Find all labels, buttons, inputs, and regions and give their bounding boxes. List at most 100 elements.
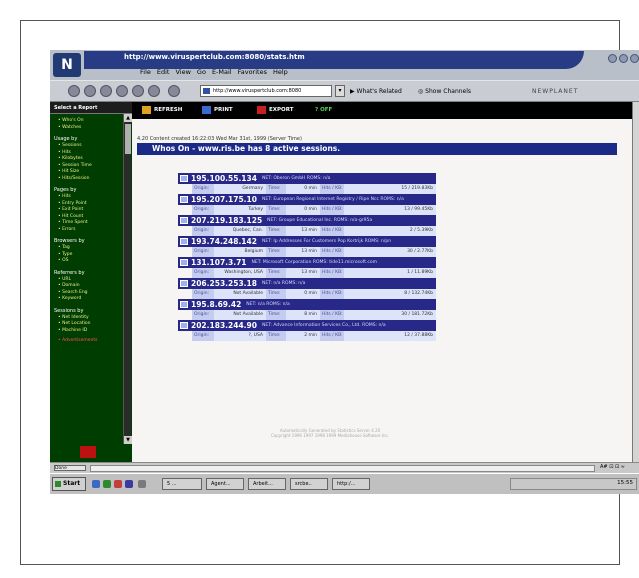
export-button[interactable]: EXPORT bbox=[269, 107, 293, 113]
maximize-icon[interactable] bbox=[619, 54, 628, 63]
menu-bar: File Edit View Go E-Mail Favorites Help bbox=[140, 68, 288, 76]
session-icon bbox=[180, 259, 188, 266]
session-net: NET: n/a ROMS: n/a bbox=[246, 302, 290, 307]
origin-value: Quebec, Can. bbox=[214, 226, 266, 236]
sidebar-scrollbar[interactable]: ▲ ▼ bbox=[123, 114, 132, 444]
time-value: 0 min bbox=[286, 205, 320, 215]
session-ip: 207.219.183.125 bbox=[191, 216, 263, 225]
session-details: Origin: Quebec, Can. Time: 13 min Hits / KB:… bbox=[178, 226, 436, 236]
page-icon bbox=[203, 88, 210, 94]
time-label: Time: bbox=[266, 184, 286, 194]
origin-label: Origin: bbox=[192, 184, 214, 194]
address-value: http://www.viruspertclub.com:8080 bbox=[213, 88, 302, 94]
sidebar-item-advertisements[interactable]: Advertisements bbox=[50, 338, 132, 345]
scroll-thumb[interactable] bbox=[125, 124, 131, 154]
hits-value: 30 / 2.77Kb bbox=[344, 247, 436, 257]
time-value: 13 min bbox=[286, 226, 320, 236]
scroll-up-icon[interactable]: ▲ bbox=[124, 114, 132, 122]
back-icon[interactable] bbox=[68, 85, 80, 97]
menu-favorites[interactable]: Favorites bbox=[238, 68, 267, 76]
sidebar-item-machine-id[interactable]: Machine ID bbox=[50, 328, 132, 335]
session-net: NET: n/a ROMS: n/a bbox=[261, 281, 306, 286]
session-net: NET: Groupe Educational Inc. ROMS: n/a-g… bbox=[267, 218, 373, 223]
session-ip: 193.74.248.142 bbox=[191, 237, 257, 246]
sidebar-section-usage: Usage by bbox=[54, 136, 78, 142]
show-channels-button[interactable]: ◎ Show Channels bbox=[418, 88, 471, 95]
session-net: NET: Oberon GmbH ROMS: n/a bbox=[261, 176, 331, 181]
origin-value: Not Available bbox=[214, 310, 266, 320]
print-button[interactable]: PRINT bbox=[214, 107, 233, 113]
session-net: NET: Advance Information Services Co., L… bbox=[261, 323, 386, 328]
menu-file[interactable]: File bbox=[140, 68, 151, 76]
task-button-5[interactable]: http:/... bbox=[332, 478, 370, 490]
time-value: 8 min bbox=[286, 310, 320, 320]
session-header[interactable]: 195.207.175.10 NET: European Regional Int… bbox=[178, 194, 436, 205]
session-details: Origin: Germany Time: 0 min Hits / KB: 15 / 2… bbox=[178, 184, 436, 194]
menu-help[interactable]: Help bbox=[273, 68, 288, 76]
session-net: NET: Ip Addresses For Customers Pop Kort… bbox=[261, 239, 392, 244]
print-icon[interactable] bbox=[148, 85, 160, 97]
session-header[interactable]: 206.253.253.18 NET: n/a ROMS: n/a bbox=[178, 278, 436, 289]
session-net: NET: European Regional Internet Registry… bbox=[261, 197, 404, 202]
time-label: Time: bbox=[266, 331, 286, 341]
time-value: 2 min bbox=[286, 331, 320, 341]
session-header[interactable]: 131.107.3.71 NET: Microsoft Corporation R… bbox=[178, 257, 436, 268]
task-button-3[interactable]: Arbeit... bbox=[248, 478, 286, 490]
menu-view[interactable]: View bbox=[175, 68, 190, 76]
explorer-icon[interactable] bbox=[138, 480, 146, 488]
hits-value: 2 / 5.39Kb bbox=[344, 226, 436, 236]
taskbar: Start 5 ... Agent... Arbeit... srcbe.. h… bbox=[50, 473, 639, 494]
refresh-button[interactable]: REFRESH bbox=[154, 107, 182, 113]
off-button[interactable]: ? OFF bbox=[315, 107, 332, 113]
scroll-down-icon[interactable]: ▼ bbox=[124, 436, 132, 444]
window-title: http://www.viruspertclub.com:8080/stats.… bbox=[124, 53, 305, 61]
origin-label: Origin: bbox=[192, 205, 214, 215]
menu-edit[interactable]: Edit bbox=[157, 68, 170, 76]
origin-value: Germany bbox=[214, 184, 266, 194]
channels-icon[interactable] bbox=[125, 480, 133, 488]
session-icon bbox=[180, 217, 188, 224]
menu-email[interactable]: E-Mail bbox=[212, 68, 232, 76]
desktop-icon[interactable] bbox=[92, 480, 100, 488]
whats-related-icon: ▶ bbox=[350, 88, 355, 95]
mail-icon[interactable] bbox=[114, 480, 122, 488]
search-icon[interactable] bbox=[132, 85, 144, 97]
hits-label: Hits / KB: bbox=[320, 226, 344, 236]
stop-icon[interactable] bbox=[168, 85, 180, 97]
task-button-4[interactable]: srcbe.. bbox=[290, 478, 328, 490]
session-header[interactable]: 202.183.244.90 NET: Advance Information S… bbox=[178, 320, 436, 331]
show-channels-label: Show Channels bbox=[425, 88, 472, 95]
session-icon bbox=[180, 238, 188, 245]
browser-icon[interactable] bbox=[103, 480, 111, 488]
session-ip: 202.183.244.90 bbox=[191, 321, 257, 330]
forward-icon[interactable] bbox=[84, 85, 96, 97]
minimize-icon[interactable] bbox=[608, 54, 617, 63]
browser-screenshot: N http://www.viruspertclub.com:8080/stat… bbox=[50, 50, 639, 494]
session-header[interactable]: 193.74.248.142 NET: Ip Addresses For Cust… bbox=[178, 236, 436, 247]
action-bar: REFRESH PRINT EXPORT ? OFF bbox=[132, 102, 632, 119]
netscape-logo-icon: N bbox=[53, 53, 81, 77]
session-net: NET: Microsoft Corporation ROMS: tide11.… bbox=[251, 260, 378, 265]
session-entry: 195.100.55.134 NET: Oberon GmbH ROMS: n/a… bbox=[178, 173, 436, 194]
session-header[interactable]: 195.8.69.42 NET: n/a ROMS: n/a bbox=[178, 299, 436, 310]
origin-value: Turkey bbox=[214, 205, 266, 215]
reload-icon[interactable] bbox=[100, 85, 112, 97]
origin-label: Origin: bbox=[192, 268, 214, 278]
footer-line-2: Copyright 1996 1997 1998 1999 Mediahouse… bbox=[270, 433, 390, 438]
origin-label: Origin: bbox=[192, 310, 214, 320]
session-header[interactable]: 195.100.55.134 NET: Oberon GmbH ROMS: n/a bbox=[178, 173, 436, 184]
page-scrollbar[interactable] bbox=[632, 102, 639, 462]
start-button[interactable]: Start bbox=[52, 477, 86, 491]
session-header[interactable]: 207.219.183.125 NET: Groupe Educational I… bbox=[178, 215, 436, 226]
export-icon bbox=[257, 106, 266, 114]
session-details: Origin:?, USA Time: 2 min Hits / KB: 12 / 37… bbox=[178, 331, 436, 341]
home-icon[interactable] bbox=[116, 85, 128, 97]
whats-related-button[interactable]: ▶ What's Related bbox=[350, 88, 402, 95]
hits-label: Hits / KB: bbox=[320, 247, 344, 257]
close-icon[interactable] bbox=[630, 54, 639, 63]
address-field[interactable]: http://www.viruspertclub.com:8080 bbox=[200, 85, 332, 97]
menu-go[interactable]: Go bbox=[197, 68, 206, 76]
task-button-1[interactable]: 5 ... bbox=[162, 478, 202, 490]
task-button-2[interactable]: Agent... bbox=[206, 478, 244, 490]
address-dropdown-icon[interactable]: ▾ bbox=[335, 85, 345, 97]
